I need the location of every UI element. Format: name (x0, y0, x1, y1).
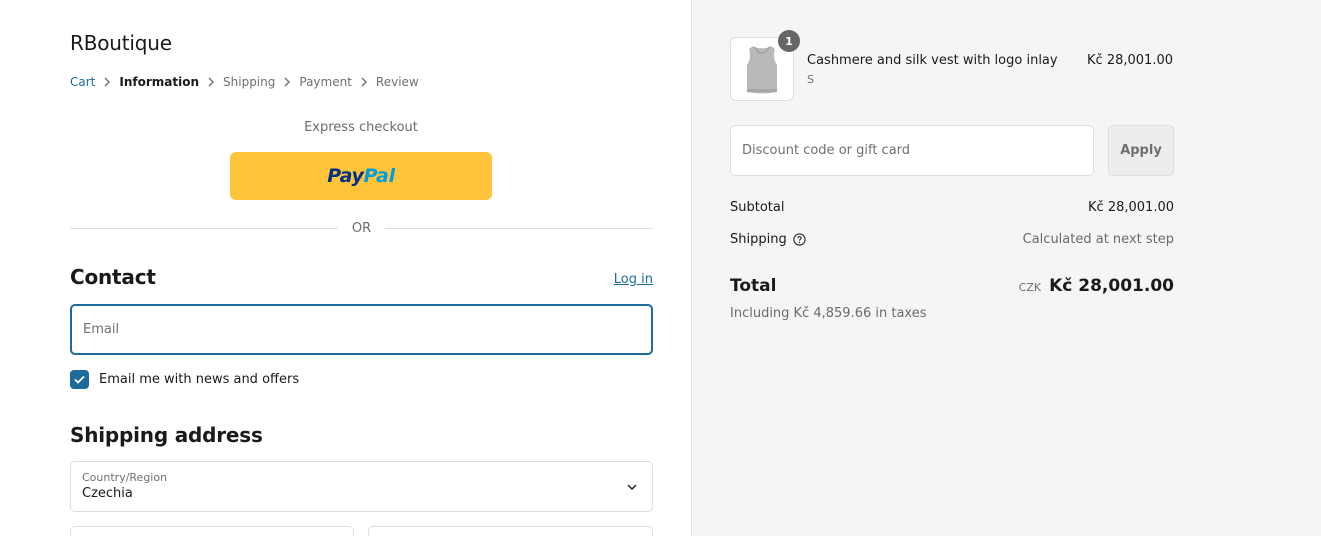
country-select[interactable]: Country/Region Czechia (70, 461, 653, 512)
first-name-field[interactable] (70, 526, 354, 536)
last-name-field[interactable] (368, 526, 653, 536)
subtotal-row: Subtotal Kč 28,001.00 (730, 200, 1174, 215)
divider-line (385, 227, 654, 229)
breadcrumb: Cart Information Shipping Payment Review (70, 75, 419, 89)
discount-code-input[interactable] (730, 125, 1094, 176)
express-checkout-label: Express checkout (304, 120, 418, 135)
breadcrumb-shipping: Shipping (223, 75, 276, 89)
product-name: Cashmere and silk vest with logo inlay (807, 53, 1058, 68)
help-icon[interactable] (793, 233, 806, 246)
paypal-logo: PayPal (327, 165, 395, 187)
checkmark-icon (74, 375, 85, 384)
subtotal-value: Kč 28,001.00 (1088, 200, 1174, 215)
login-link[interactable]: Log in (614, 272, 653, 287)
chevron-right-icon (199, 75, 223, 89)
contact-title: Contact (70, 265, 156, 289)
shipping-value: Calculated at next step (1022, 232, 1174, 247)
or-label: OR (351, 220, 372, 236)
currency-code: CZK (1018, 281, 1042, 294)
subtotal-label: Subtotal (730, 200, 785, 215)
quantity-badge: 1 (778, 30, 800, 52)
newsletter-checkbox-row[interactable]: Email me with news and offers (70, 370, 299, 389)
country-caption: Country/Region (82, 471, 168, 484)
breadcrumb-information: Information (119, 75, 200, 89)
shop-name[interactable]: RBoutique (70, 31, 172, 55)
country-value: Czechia (82, 486, 133, 501)
chevron-right-icon (275, 75, 299, 89)
vest-icon (747, 46, 777, 94)
breadcrumb-review: Review (375, 75, 419, 89)
total-value: Kč 28,001.00 (1049, 276, 1174, 296)
total-label: Total (730, 276, 777, 296)
tax-note: Including Kč 4,859.66 in taxes (730, 306, 927, 321)
newsletter-label: Email me with news and offers (99, 372, 300, 387)
shipping-address-title: Shipping address (70, 423, 263, 447)
chevron-down-icon (627, 484, 637, 490)
chevron-right-icon (352, 75, 376, 89)
order-summary: 1 Cashmere and silk vest with logo inlay… (691, 0, 1321, 536)
breadcrumb-payment: Payment (299, 75, 352, 89)
email-field[interactable] (70, 304, 653, 355)
total-row: Total CZK Kč 28,001.00 (730, 276, 1174, 296)
product-price: Kč 28,001.00 (1087, 53, 1173, 68)
divider-line (70, 227, 338, 229)
shipping-label: Shipping (730, 232, 787, 247)
paypal-button[interactable]: PayPal (230, 152, 492, 200)
chevron-right-icon (95, 75, 119, 89)
shipping-row: Shipping Calculated at next step (730, 232, 1174, 247)
or-divider: OR (70, 218, 654, 238)
breadcrumb-cart[interactable]: Cart (70, 75, 95, 89)
apply-button[interactable]: Apply (1108, 125, 1174, 176)
product-variant: S (807, 73, 814, 86)
checkout-main: RBoutique Cart Information Shipping Paym… (0, 0, 691, 536)
newsletter-checkbox[interactable] (70, 370, 89, 389)
